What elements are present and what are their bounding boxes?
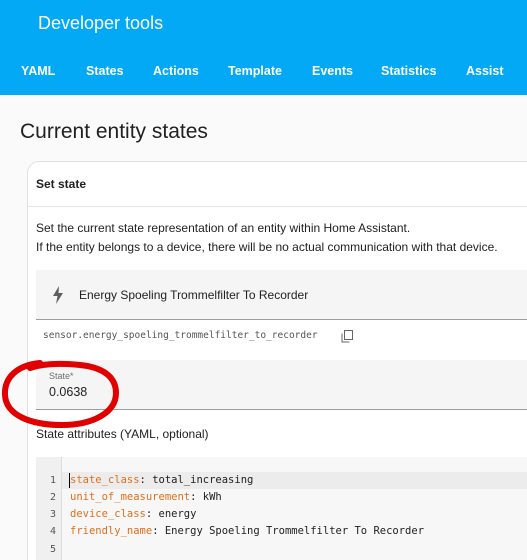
description-line-2: If the entity belongs to a device, there…	[36, 240, 498, 254]
entity-picker[interactable]: Energy Spoeling Trommelfilter To Recorde…	[36, 270, 527, 320]
entity-name: Energy Spoeling Trommelfilter To Recorde…	[79, 288, 309, 302]
state-attributes-label: State attributes (YAML, optional)	[36, 427, 209, 441]
code-line: state_class: total_increasing	[70, 474, 254, 486]
code-line: friendly_name: Energy Spoeling Trommelfi…	[70, 525, 425, 537]
set-state-card: Set state Set the current state represen…	[27, 161, 527, 560]
yaml-editor[interactable]: 1 2 3 4 5 state_class: total_increasing …	[36, 457, 527, 560]
tab-yaml[interactable]: YAML	[21, 64, 55, 78]
app-title: Developer tools	[38, 13, 164, 33]
page-title: Current entity states	[20, 120, 208, 143]
line-number: 5	[49, 544, 56, 555]
line-number: 1	[49, 475, 56, 486]
divider	[28, 206, 527, 207]
tab-events[interactable]: Events	[312, 64, 353, 78]
line-number: 3	[49, 509, 56, 520]
flash-icon	[53, 286, 63, 304]
description-line-1: Set the current state representation of …	[36, 221, 411, 235]
tab-statistics[interactable]: Statistics	[381, 64, 437, 78]
tab-template[interactable]: Template	[228, 64, 282, 78]
state-input-label: State*	[49, 371, 74, 381]
state-input[interactable]: State* 0.0638	[36, 360, 527, 410]
tab-states[interactable]: States	[86, 64, 124, 78]
app-header: Developer tools YAML States Actions Temp…	[0, 0, 527, 95]
entity-id: sensor.energy_spoeling_trommelfilter_to_…	[43, 330, 318, 341]
tab-assist[interactable]: Assist	[466, 64, 504, 78]
editor-gutter: 1 2 3 4 5	[36, 457, 62, 560]
tab-actions[interactable]: Actions	[153, 64, 199, 78]
line-number: 2	[49, 492, 56, 503]
line-number: 4	[49, 526, 56, 537]
tab-bar: YAML States Actions Template Events Stat…	[0, 50, 527, 95]
state-input-value[interactable]: 0.0638	[49, 385, 87, 399]
code-line: unit_of_measurement: kWh	[70, 491, 222, 503]
code-line: device_class: energy	[70, 508, 197, 520]
card-header: Set state	[36, 177, 87, 191]
copy-icon[interactable]	[341, 330, 353, 343]
